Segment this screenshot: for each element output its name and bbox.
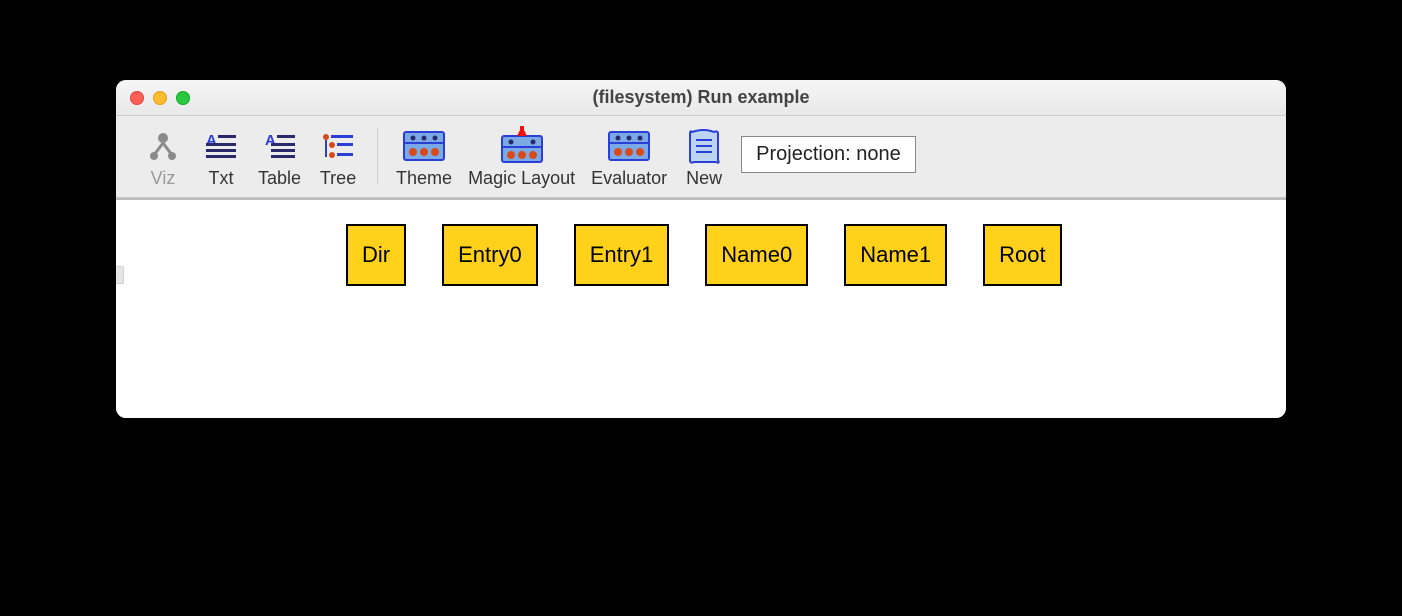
node-entry1[interactable]: Entry1 <box>574 224 670 286</box>
node-dir[interactable]: Dir <box>346 224 406 286</box>
tree-label: Tree <box>320 168 356 189</box>
svg-text:A: A <box>265 132 276 149</box>
app-window: (filesystem) Run example Viz A <box>116 80 1286 418</box>
evaluator-icon <box>606 126 652 166</box>
theme-button[interactable]: Theme <box>388 124 460 191</box>
node-row: Dir Entry0 Entry1 Name0 Name1 Root <box>346 224 1062 286</box>
maximize-icon[interactable] <box>176 91 190 105</box>
txt-button[interactable]: A Txt <box>192 124 250 191</box>
magic-layout-label: Magic Layout <box>468 168 575 189</box>
svg-text:A: A <box>206 132 217 149</box>
minimize-icon[interactable] <box>153 91 167 105</box>
viz-icon <box>146 126 180 166</box>
table-label: Table <box>258 168 301 189</box>
node-name0[interactable]: Name0 <box>705 224 808 286</box>
evaluator-label: Evaluator <box>591 168 667 189</box>
txt-label: Txt <box>209 168 234 189</box>
table-icon: A <box>263 126 297 166</box>
close-icon[interactable] <box>130 91 144 105</box>
visualization-canvas[interactable]: Dir Entry0 Entry1 Name0 Name1 Root <box>116 198 1286 418</box>
magic-layout-icon <box>497 126 547 166</box>
split-handle[interactable] <box>116 266 124 284</box>
tree-icon <box>321 126 355 166</box>
theme-label: Theme <box>396 168 452 189</box>
new-icon <box>684 126 724 166</box>
node-root[interactable]: Root <box>983 224 1061 286</box>
node-name1[interactable]: Name1 <box>844 224 947 286</box>
new-label: New <box>686 168 722 189</box>
titlebar: (filesystem) Run example <box>116 80 1286 116</box>
window-controls <box>130 91 190 105</box>
toolbar-separator <box>377 128 378 184</box>
tree-button[interactable]: Tree <box>309 124 367 191</box>
table-button[interactable]: A Table <box>250 124 309 191</box>
viz-label: Viz <box>151 168 176 189</box>
projection-selector[interactable]: Projection: none <box>741 136 916 173</box>
toolbar: Viz A Txt A <box>116 116 1286 198</box>
viz-button[interactable]: Viz <box>134 124 192 191</box>
magic-layout-button[interactable]: Magic Layout <box>460 124 583 191</box>
new-button[interactable]: New <box>675 124 733 191</box>
window-title: (filesystem) Run example <box>116 87 1286 108</box>
node-entry0[interactable]: Entry0 <box>442 224 538 286</box>
theme-icon <box>401 126 447 166</box>
evaluator-button[interactable]: Evaluator <box>583 124 675 191</box>
txt-icon: A <box>204 126 238 166</box>
